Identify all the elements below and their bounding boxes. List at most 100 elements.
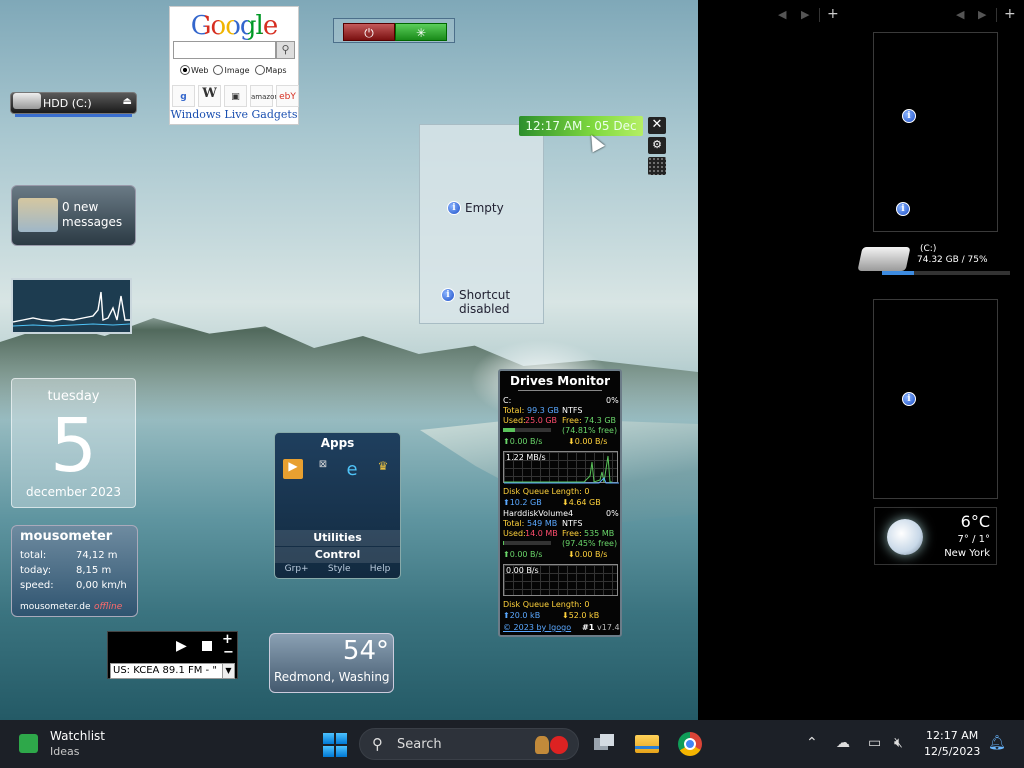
restart-icon[interactable]: ✳ [395, 23, 447, 41]
play-icon[interactable]: ▶ [176, 638, 187, 654]
mousometer-gadget[interactable]: mousometer total: 74,12 m today: 8,15 m … [11, 525, 138, 617]
hdd-gadget[interactable]: HDD (C:) ⏏ [10, 92, 137, 117]
sidebar-add-gadget-icon[interactable]: + [827, 6, 839, 22]
radio-dot [254, 65, 265, 75]
weather-temp: 6°C [960, 512, 990, 531]
widget-subtitle[interactable]: Ideas [50, 745, 79, 758]
apps-gadget: Apps ▶ ⊠ e ♛ Utilities Control Grp+ Styl… [274, 432, 401, 579]
sidebar-disk-gadget[interactable]: (C:) 74.32 GB / 75% [857, 243, 1010, 279]
drive-activity-chart: 1.22 MB/s [503, 451, 619, 484]
hard-drive-icon [857, 247, 911, 271]
internet-explorer-icon[interactable]: e [342, 459, 362, 480]
info-icon[interactable]: i [447, 201, 461, 215]
calendar-gadget[interactable]: tuesday 5 december 2023 [11, 378, 136, 508]
station-select[interactable]: US: KCEA 89.1 FM - " ▼ [110, 663, 235, 679]
sidebar-weather-gadget[interactable]: 6°C 7° / 1° New York [874, 507, 997, 565]
youtube-icon[interactable]: ▣ [224, 85, 247, 107]
stock-chart-icon[interactable] [19, 734, 38, 753]
group-add-link[interactable]: Grp+ [285, 564, 309, 574]
style-link[interactable]: Style [328, 564, 351, 574]
windows-live-gadgets-link[interactable]: Windows Live Gadgets [170, 108, 298, 121]
chevron-up-icon[interactable]: ⌃ [806, 735, 818, 751]
sidebar-separator [996, 8, 997, 22]
stat-label: speed: [20, 580, 54, 591]
taskbar-time[interactable]: 12:17 AM [926, 729, 978, 742]
google-search-gadget: Google ⚲ Web Image Maps g W ▣ amazon ebY… [169, 6, 299, 125]
app-icon[interactable]: ⊠ [313, 459, 333, 479]
help-link[interactable]: Help [370, 564, 391, 574]
sidebar-prev-icon[interactable]: ◀ [778, 8, 786, 21]
sidebar-add-icon[interactable]: + [1004, 6, 1016, 22]
drag-handle-icon[interactable] [648, 157, 666, 175]
info-icon[interactable]: i [896, 202, 910, 216]
control-button[interactable]: Control [275, 547, 400, 563]
write-total: ⬇4.64 GB [562, 498, 601, 507]
free-percent: (74.81% free) [562, 426, 618, 435]
drives-copyright-link[interactable]: © 2023 by Igogo [503, 623, 571, 632]
volume-muted-icon[interactable]: 🔇︎ [894, 735, 903, 751]
taskbar-date[interactable]: 12/5/2023 [924, 745, 980, 758]
chrome-icon[interactable] [677, 732, 703, 756]
notification-bell-icon[interactable]: 🔔︎ [988, 735, 1006, 751]
stat-value: 8,15 m [76, 565, 112, 576]
stop-icon[interactable] [202, 641, 212, 651]
trophy-icon[interactable]: ♛ [373, 459, 393, 479]
calendar-weekday: tuesday [47, 389, 100, 404]
file-explorer-icon[interactable] [634, 732, 660, 756]
chart-label: 0.00 B/s [506, 566, 539, 575]
mail-count: 0 new [62, 200, 99, 214]
drives-title: Drives Monitor [509, 374, 610, 388]
taskbar-search[interactable]: ⚲ Search [359, 728, 579, 760]
total-value: 99.3 GB [527, 406, 560, 415]
settings-wrench-icon[interactable]: ⚙ [648, 137, 666, 154]
utilities-button[interactable]: Utilities [275, 530, 400, 546]
empty-gadget[interactable]: i Empty i Shortcut disabled [419, 124, 544, 324]
onedrive-cloud-icon[interactable]: ☁ [836, 735, 850, 751]
search-icon[interactable]: ⚲ [276, 41, 295, 59]
media-player-icon[interactable]: ▶ [283, 459, 303, 479]
mousometer-link[interactable]: mousometer.de [20, 602, 91, 612]
hard-drive-icon [13, 93, 41, 109]
sidebar-page-prev-icon[interactable]: ◀ [956, 8, 964, 21]
radio-image[interactable]: Image [213, 65, 250, 75]
power-icon[interactable]: ⏻ [343, 23, 395, 41]
used-label: Used: [503, 416, 526, 425]
info-icon[interactable]: i [902, 109, 916, 123]
drives-page-number[interactable]: #1 [582, 623, 594, 632]
free-value: 535 MB [584, 529, 615, 538]
widget-title[interactable]: Watchlist [50, 729, 105, 743]
disk-label: (C:) [920, 244, 937, 254]
ebay-icon[interactable]: ebY [276, 85, 299, 107]
amazon-icon[interactable]: amazon [250, 85, 279, 107]
google-search-input[interactable] [173, 41, 276, 59]
google-shortcut-icon[interactable]: g [172, 85, 195, 107]
mousometer-title: mousometer [20, 529, 113, 544]
sidebar-gadget-panel-1[interactable]: i i [873, 32, 998, 232]
network-icon[interactable]: ▭ [868, 735, 881, 751]
weather-city: Redmond, Washing [274, 670, 390, 684]
drive-activity-chart: 0.00 B/s [503, 564, 618, 596]
drive-activity: 0% [606, 509, 619, 518]
volume-down-icon[interactable]: − [223, 645, 234, 660]
radio-maps[interactable]: Maps [254, 65, 287, 75]
info-icon[interactable]: i [902, 392, 916, 406]
eject-icon[interactable]: ⏏ [123, 96, 132, 107]
shortcut-label-line1: Shortcut [459, 288, 511, 302]
weather-gadget[interactable]: 54° Redmond, Washing [269, 633, 394, 693]
task-view-icon[interactable] [591, 732, 617, 756]
sidebar-next-icon[interactable]: ▶ [801, 8, 809, 21]
free-percent: (97.45% free) [562, 539, 618, 548]
info-icon[interactable]: i [441, 288, 455, 302]
close-icon[interactable]: ✕ [648, 117, 666, 134]
sidebar-gadget-panel-2[interactable]: i [873, 299, 998, 499]
divider [518, 390, 602, 391]
sidebar-page-next-icon[interactable]: ▶ [978, 8, 986, 21]
windows-logo-pane [336, 746, 347, 757]
start-button[interactable] [323, 733, 347, 757]
wikipedia-icon[interactable]: W [198, 85, 221, 107]
chevron-down-icon[interactable]: ▼ [222, 664, 234, 678]
mail-gadget[interactable]: 0 new messages [11, 185, 136, 246]
radio-web[interactable]: Web [180, 65, 208, 75]
clock-gadget[interactable]: 12:17 AM - 05 Dec [519, 116, 643, 136]
network-graph-gadget[interactable] [11, 278, 132, 334]
